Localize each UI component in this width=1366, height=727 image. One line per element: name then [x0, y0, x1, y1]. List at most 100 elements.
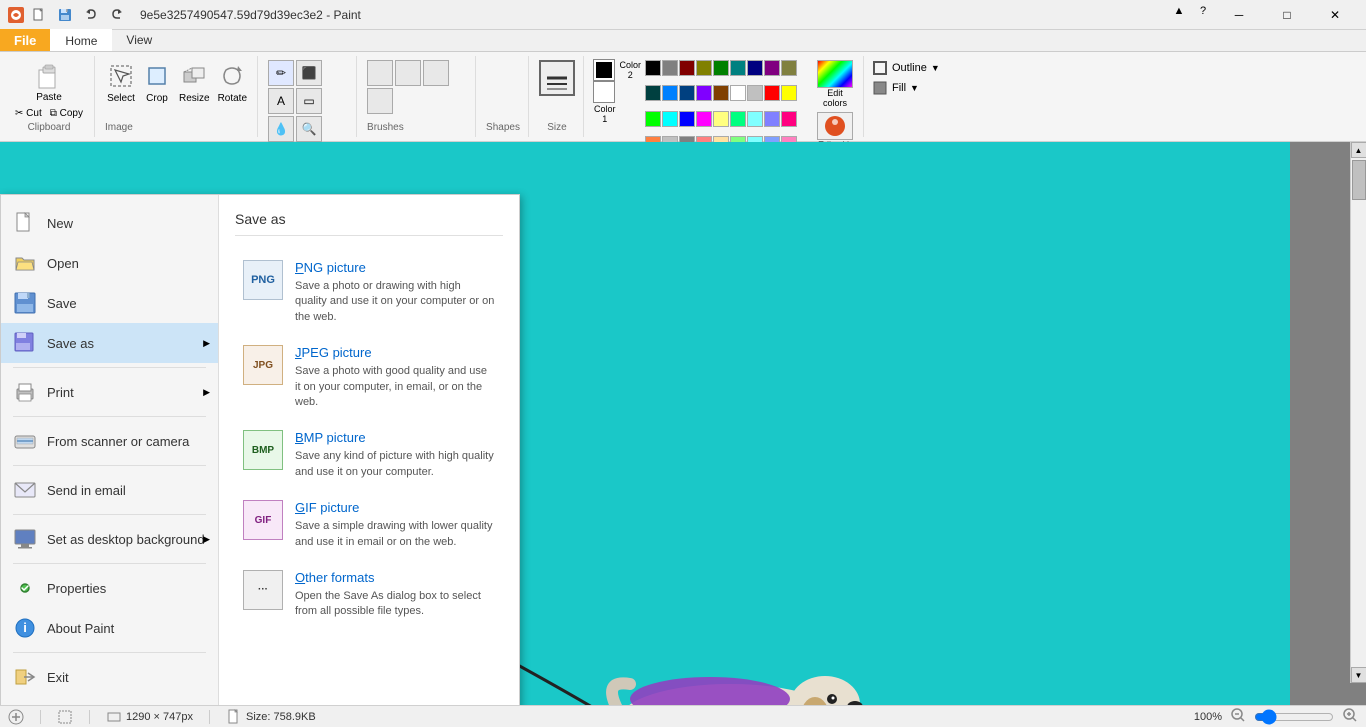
titlebar-left: 9e5e3257490547.59d79d39ec3e2 - Paint: [8, 4, 361, 26]
color2-swatch[interactable]: [594, 82, 614, 102]
fill-button[interactable]: Fill ▼: [872, 80, 940, 96]
menu-item-exit[interactable]: Exit: [1, 657, 218, 697]
color-swatch[interactable]: [679, 85, 695, 101]
maximize-button[interactable]: □: [1264, 0, 1310, 30]
color-swatch[interactable]: [730, 85, 746, 101]
color-swatch[interactable]: [662, 60, 678, 76]
menu-item-save[interactable]: Save: [1, 283, 218, 323]
brush-1[interactable]: [367, 60, 393, 86]
ribbon-content: Paste ✂ Cut ⧉ Copy Clipboard Select Crop: [0, 52, 1366, 142]
resize-button[interactable]: Resize: [177, 60, 212, 106]
minimize-button[interactable]: ─: [1216, 0, 1262, 30]
color-swatch[interactable]: [713, 111, 729, 127]
color-swatch[interactable]: [713, 85, 729, 101]
paste-label: Paste: [36, 92, 62, 103]
home-tab[interactable]: Home: [50, 29, 112, 51]
save-option-bmp[interactable]: BMP BMP picture Save any kind of picture…: [235, 422, 503, 488]
save-qat-button[interactable]: [54, 4, 76, 26]
scroll-up-button[interactable]: ▲: [1351, 142, 1366, 158]
pencil-tool[interactable]: ✏: [268, 60, 294, 86]
color-swatch[interactable]: [679, 60, 695, 76]
fill-tool[interactable]: ⬛: [296, 60, 322, 86]
color-swatch[interactable]: [764, 85, 780, 101]
color-swatch[interactable]: [662, 111, 678, 127]
shapes-section: Shapes: [478, 56, 529, 137]
save-option-gif[interactable]: GIF GIF picture Save a simple drawing wi…: [235, 492, 503, 558]
new-qat-button[interactable]: [28, 4, 50, 26]
magnifier-tool[interactable]: 🔍: [296, 116, 322, 142]
edit-colors-button[interactable]: Editcolors: [817, 60, 853, 108]
color-swatch[interactable]: [781, 111, 797, 127]
scroll-thumb[interactable]: [1352, 160, 1366, 200]
zoom-in-button[interactable]: [1342, 707, 1358, 726]
menu-item-print[interactable]: Print: [1, 372, 218, 412]
dimensions-status: 1290 × 747px: [106, 709, 193, 725]
color-swatch[interactable]: [696, 111, 712, 127]
ribbon-collapse-button[interactable]: ▲: [1168, 0, 1190, 22]
color-swatch[interactable]: [747, 111, 763, 127]
color-swatch[interactable]: [747, 60, 763, 76]
color-swatch[interactable]: [679, 111, 695, 127]
save-option-png[interactable]: PNG PNG picture Save a photo or drawing …: [235, 252, 503, 333]
color-swatch[interactable]: [747, 85, 763, 101]
menu-item-desktop-bg[interactable]: Set as desktop background: [1, 519, 218, 559]
brush-4[interactable]: [367, 88, 393, 114]
brush-3[interactable]: [423, 60, 449, 86]
color-swatch[interactable]: [781, 60, 797, 76]
paste-button[interactable]: Paste: [33, 60, 65, 105]
outline-button[interactable]: Outline ▼: [872, 60, 940, 76]
undo-qat-button[interactable]: [80, 4, 102, 26]
text-tool[interactable]: A: [268, 88, 294, 114]
color-swatch[interactable]: [730, 60, 746, 76]
brush-2[interactable]: [395, 60, 421, 86]
menu-item-about[interactable]: i About Paint: [1, 608, 218, 648]
color-swatch[interactable]: [645, 85, 661, 101]
color1-swatch[interactable]: [594, 60, 614, 80]
menu-item-scanner[interactable]: From scanner or camera: [1, 421, 218, 461]
vertical-scrollbar[interactable]: ▲ ▼: [1350, 142, 1366, 683]
menu-about-label: About Paint: [47, 621, 114, 636]
zoom-out-button[interactable]: [1230, 707, 1246, 726]
menu-item-new[interactable]: New: [1, 203, 218, 243]
color-swatch[interactable]: [764, 60, 780, 76]
color-swatch[interactable]: [645, 111, 661, 127]
rotate-button[interactable]: Rotate: [216, 60, 249, 106]
eraser-tool[interactable]: ▭: [296, 88, 322, 114]
save-option-jpeg[interactable]: JPG JPEG picture Save a photo with good …: [235, 337, 503, 418]
crop-button[interactable]: Crop: [141, 60, 173, 106]
zoom-text: 100%: [1194, 711, 1222, 723]
gif-icon: GIF: [243, 500, 283, 540]
save-option-other[interactable]: ··· Other formats Open the Save As dialo…: [235, 562, 503, 628]
quick-access-toolbar: [28, 4, 128, 26]
outline-label: Outline: [892, 62, 927, 74]
scroll-down-button[interactable]: ▼: [1351, 667, 1366, 683]
jpeg-icon: JPG: [243, 345, 283, 385]
color-swatch[interactable]: [696, 60, 712, 76]
window-controls: ▲ ? ─ □ ✕: [1168, 0, 1358, 30]
titlebar: 9e5e3257490547.59d79d39ec3e2 - Paint ▲ ?…: [0, 0, 1366, 30]
color-swatch[interactable]: [781, 85, 797, 101]
close-button[interactable]: ✕: [1312, 0, 1358, 30]
color-swatch[interactable]: [645, 60, 661, 76]
size-button[interactable]: [539, 60, 575, 96]
help-button[interactable]: ?: [1192, 0, 1214, 22]
zoom-slider[interactable]: [1254, 709, 1334, 725]
cut-button[interactable]: ✂ Cut: [12, 107, 45, 120]
color-swatch[interactable]: [730, 111, 746, 127]
menu-item-open[interactable]: Open: [1, 243, 218, 283]
color-swatch[interactable]: [696, 85, 712, 101]
menu-separator-5: [13, 563, 206, 564]
color-swatch[interactable]: [713, 60, 729, 76]
menu-item-save-as[interactable]: Save as: [1, 323, 218, 363]
view-tab[interactable]: View: [112, 29, 166, 51]
color-swatch[interactable]: [764, 111, 780, 127]
picker-tool[interactable]: 💧: [268, 116, 294, 142]
svg-text:i: i: [23, 620, 27, 635]
file-tab[interactable]: File: [0, 29, 50, 51]
redo-qat-button[interactable]: [106, 4, 128, 26]
select-button[interactable]: Select: [105, 60, 137, 106]
copy-button[interactable]: ⧉ Copy: [47, 107, 86, 120]
color-swatch[interactable]: [662, 85, 678, 101]
menu-item-email[interactable]: Send in email: [1, 470, 218, 510]
menu-item-properties[interactable]: Properties: [1, 568, 218, 608]
